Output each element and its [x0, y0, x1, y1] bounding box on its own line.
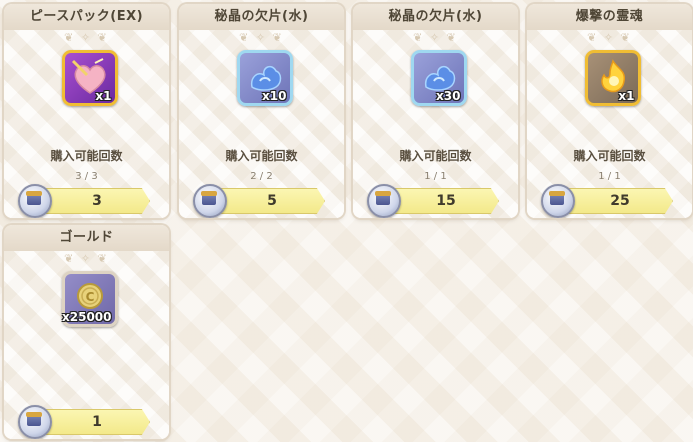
svg-text:C: C: [85, 290, 94, 304]
price-value: 3: [92, 193, 102, 209]
price-value: 1: [92, 414, 102, 430]
price-value: 5: [267, 193, 277, 209]
purchase-count: 3 / 3: [75, 171, 98, 182]
item-title: 秘晶の欠片(水): [353, 4, 518, 31]
shop-item-card[interactable]: 爆撃の霊魂 ❦ ✧ ❦ x1 購入可能回数 1 / 1 25: [527, 4, 692, 218]
treasure-chest-currency-icon: [18, 405, 52, 439]
ornament-icon: ❦ ✧ ❦: [587, 31, 632, 44]
treasure-chest-currency-icon: [367, 184, 401, 218]
ornament-icon: ❦ ✧ ❦: [64, 31, 109, 44]
item-icon-frame[interactable]: C x25000: [61, 271, 118, 327]
item-quantity: x30: [436, 89, 461, 103]
purchasable-count-label: 購入可能回数: [50, 149, 123, 163]
item-title: 秘晶の欠片(水): [179, 4, 344, 31]
purchase-count: 1 / 1: [598, 171, 621, 182]
item-quantity: x1: [95, 89, 112, 103]
item-quantity: x10: [262, 89, 287, 103]
price-value: 25: [610, 193, 630, 209]
shop-item-card[interactable]: 秘晶の欠片(水) ❦ ✧ ❦ x30 購入可能回数 1 / 1 15: [353, 4, 518, 218]
treasure-chest-currency-icon: [18, 184, 52, 218]
price-value: 15: [436, 193, 456, 209]
item-icon-frame[interactable]: x1: [584, 50, 641, 106]
shop-item-card[interactable]: 秘晶の欠片(水) ❦ ✧ ❦ x10 購入可能回数 2 / 2 5: [179, 4, 344, 218]
purchasable-count-label: 購入可能回数: [225, 149, 298, 163]
item-title: 爆撃の霊魂: [527, 4, 692, 31]
item-icon-frame[interactable]: x1: [61, 50, 118, 106]
shop-item-card[interactable]: ピースパック(EX) ❦ ✧ ❦ x1 購入可能回数 3 / 3 3: [4, 4, 169, 218]
item-title: ピースパック(EX): [4, 4, 169, 31]
item-quantity: x1: [618, 89, 635, 103]
treasure-chest-currency-icon: [193, 184, 227, 218]
shop-item-card[interactable]: ゴールド ❦ ✧ ❦ C x25000 1: [4, 225, 169, 439]
treasure-chest-currency-icon: [541, 184, 575, 218]
ornament-icon: ❦ ✧ ❦: [413, 31, 458, 44]
purchase-count: 2 / 2: [250, 171, 273, 182]
item-title: ゴールド: [4, 225, 169, 252]
purchasable-count-label: 購入可能回数: [573, 149, 646, 163]
purchase-count: 1 / 1: [424, 171, 447, 182]
item-quantity: x25000: [62, 310, 112, 324]
item-icon-frame[interactable]: x30: [410, 50, 467, 106]
purchasable-count-label: 購入可能回数: [399, 149, 472, 163]
item-icon-frame[interactable]: x10: [236, 50, 293, 106]
ornament-icon: ❦ ✧ ❦: [64, 252, 109, 265]
ornament-icon: ❦ ✧ ❦: [239, 31, 284, 44]
